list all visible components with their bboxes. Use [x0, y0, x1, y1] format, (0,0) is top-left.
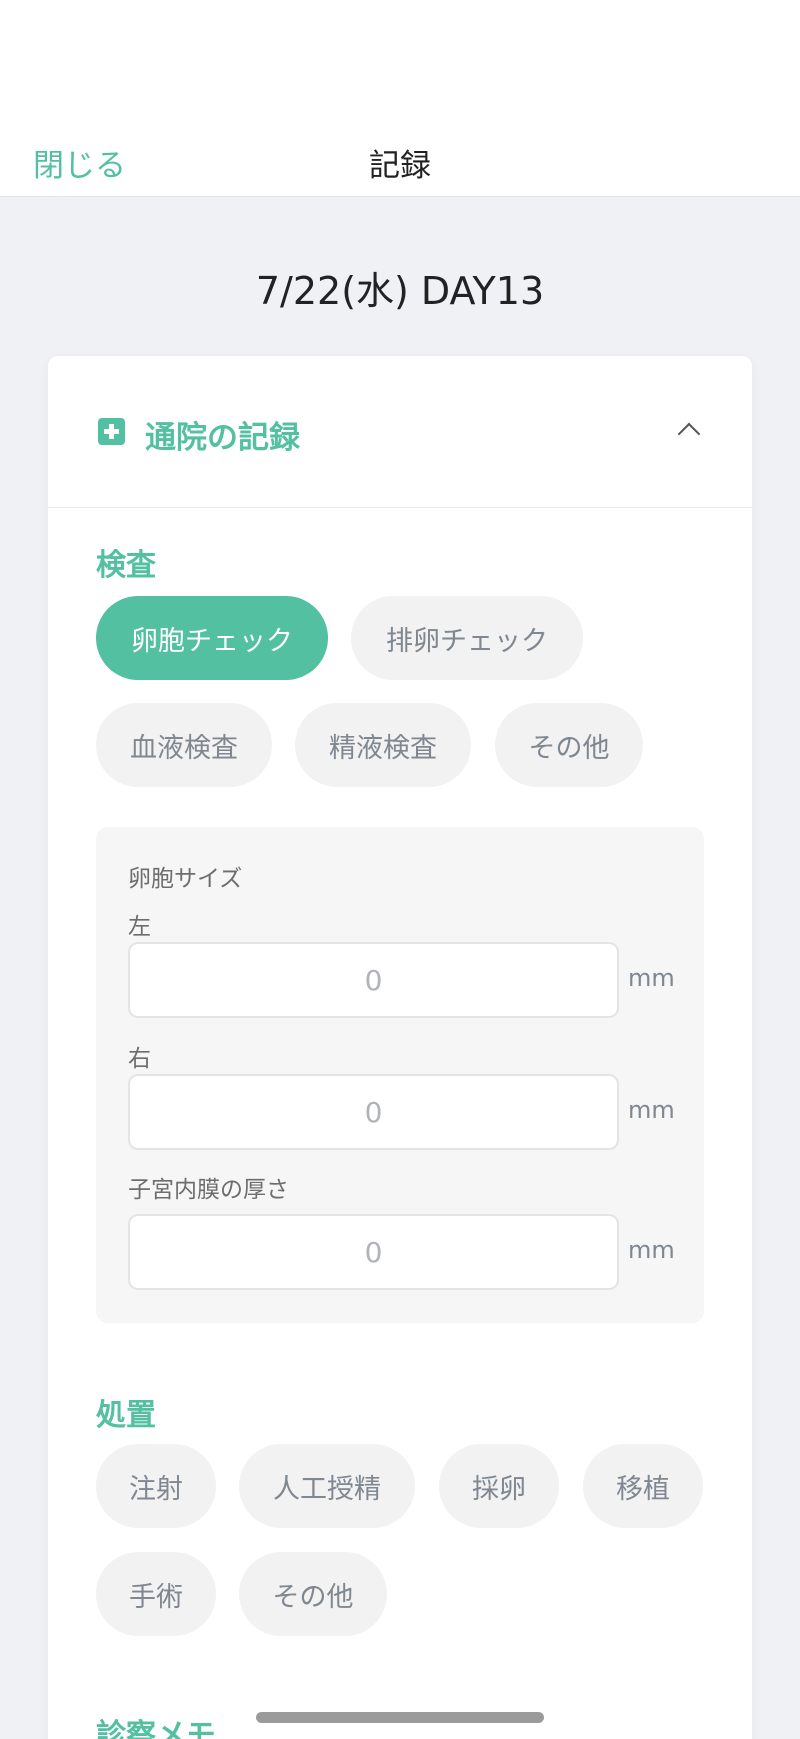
clinic-record-card: 通院の記録 検査 卵胞チェック 排卵チェック 血液検査 精液検査 その他 卵胞サ…: [48, 356, 752, 1739]
follicle-size-label: 卵胞サイズ: [128, 866, 243, 892]
right-follicle-input[interactable]: [128, 1074, 619, 1150]
exam-chip-ovulation-check[interactable]: 排卵チェック: [351, 596, 583, 680]
record-screen: 閉じる 記録 7/22(水) DAY13 通院の記録 検査 卵胞チェック 排卵チ…: [0, 0, 800, 1739]
date-title: 7/22(水) DAY13: [255, 269, 545, 313]
exam-chip-blood-test[interactable]: 血液検査: [96, 703, 272, 787]
treatment-chip-artificial-insemination[interactable]: 人工授精: [239, 1444, 415, 1528]
exam-chip-follicle-check[interactable]: 卵胞チェック: [96, 596, 328, 680]
memo-section-title: 診察メモ: [96, 1718, 216, 1739]
page-title: 記録: [369, 148, 431, 184]
treatment-chip-surgery[interactable]: 手術: [96, 1552, 216, 1636]
home-indicator[interactable]: [256, 1712, 544, 1723]
treatment-chip-transfer[interactable]: 移植: [583, 1444, 703, 1528]
right-unit: mm: [628, 1096, 675, 1124]
nav-header: 閉じる 記録: [0, 0, 800, 197]
follicle-size-box: 卵胞サイズ 左 mm 右 mm 子宮内膜の厚さ mm: [96, 827, 704, 1323]
treatment-chip-other[interactable]: その他: [239, 1552, 387, 1636]
exam-chip-semen-test[interactable]: 精液検査: [295, 703, 471, 787]
treatment-section-title: 処置: [96, 1398, 156, 1433]
endometrium-input[interactable]: [128, 1214, 619, 1290]
left-label: 左: [128, 914, 151, 940]
card-header[interactable]: 通院の記録: [48, 356, 752, 508]
card-title: 通院の記録: [145, 420, 300, 456]
exam-chip-other[interactable]: その他: [495, 703, 643, 787]
exam-section-title: 検査: [96, 548, 156, 583]
endometrium-label: 子宮内膜の厚さ: [128, 1177, 289, 1203]
treatment-chip-egg-retrieval[interactable]: 採卵: [439, 1444, 559, 1528]
chevron-up-icon[interactable]: [677, 422, 701, 446]
plus-square-icon: [98, 418, 125, 445]
treatment-chip-injection[interactable]: 注射: [96, 1444, 216, 1528]
left-follicle-input[interactable]: [128, 942, 619, 1018]
endometrium-unit: mm: [628, 1236, 675, 1264]
right-label: 右: [128, 1046, 151, 1072]
left-unit: mm: [628, 964, 675, 992]
